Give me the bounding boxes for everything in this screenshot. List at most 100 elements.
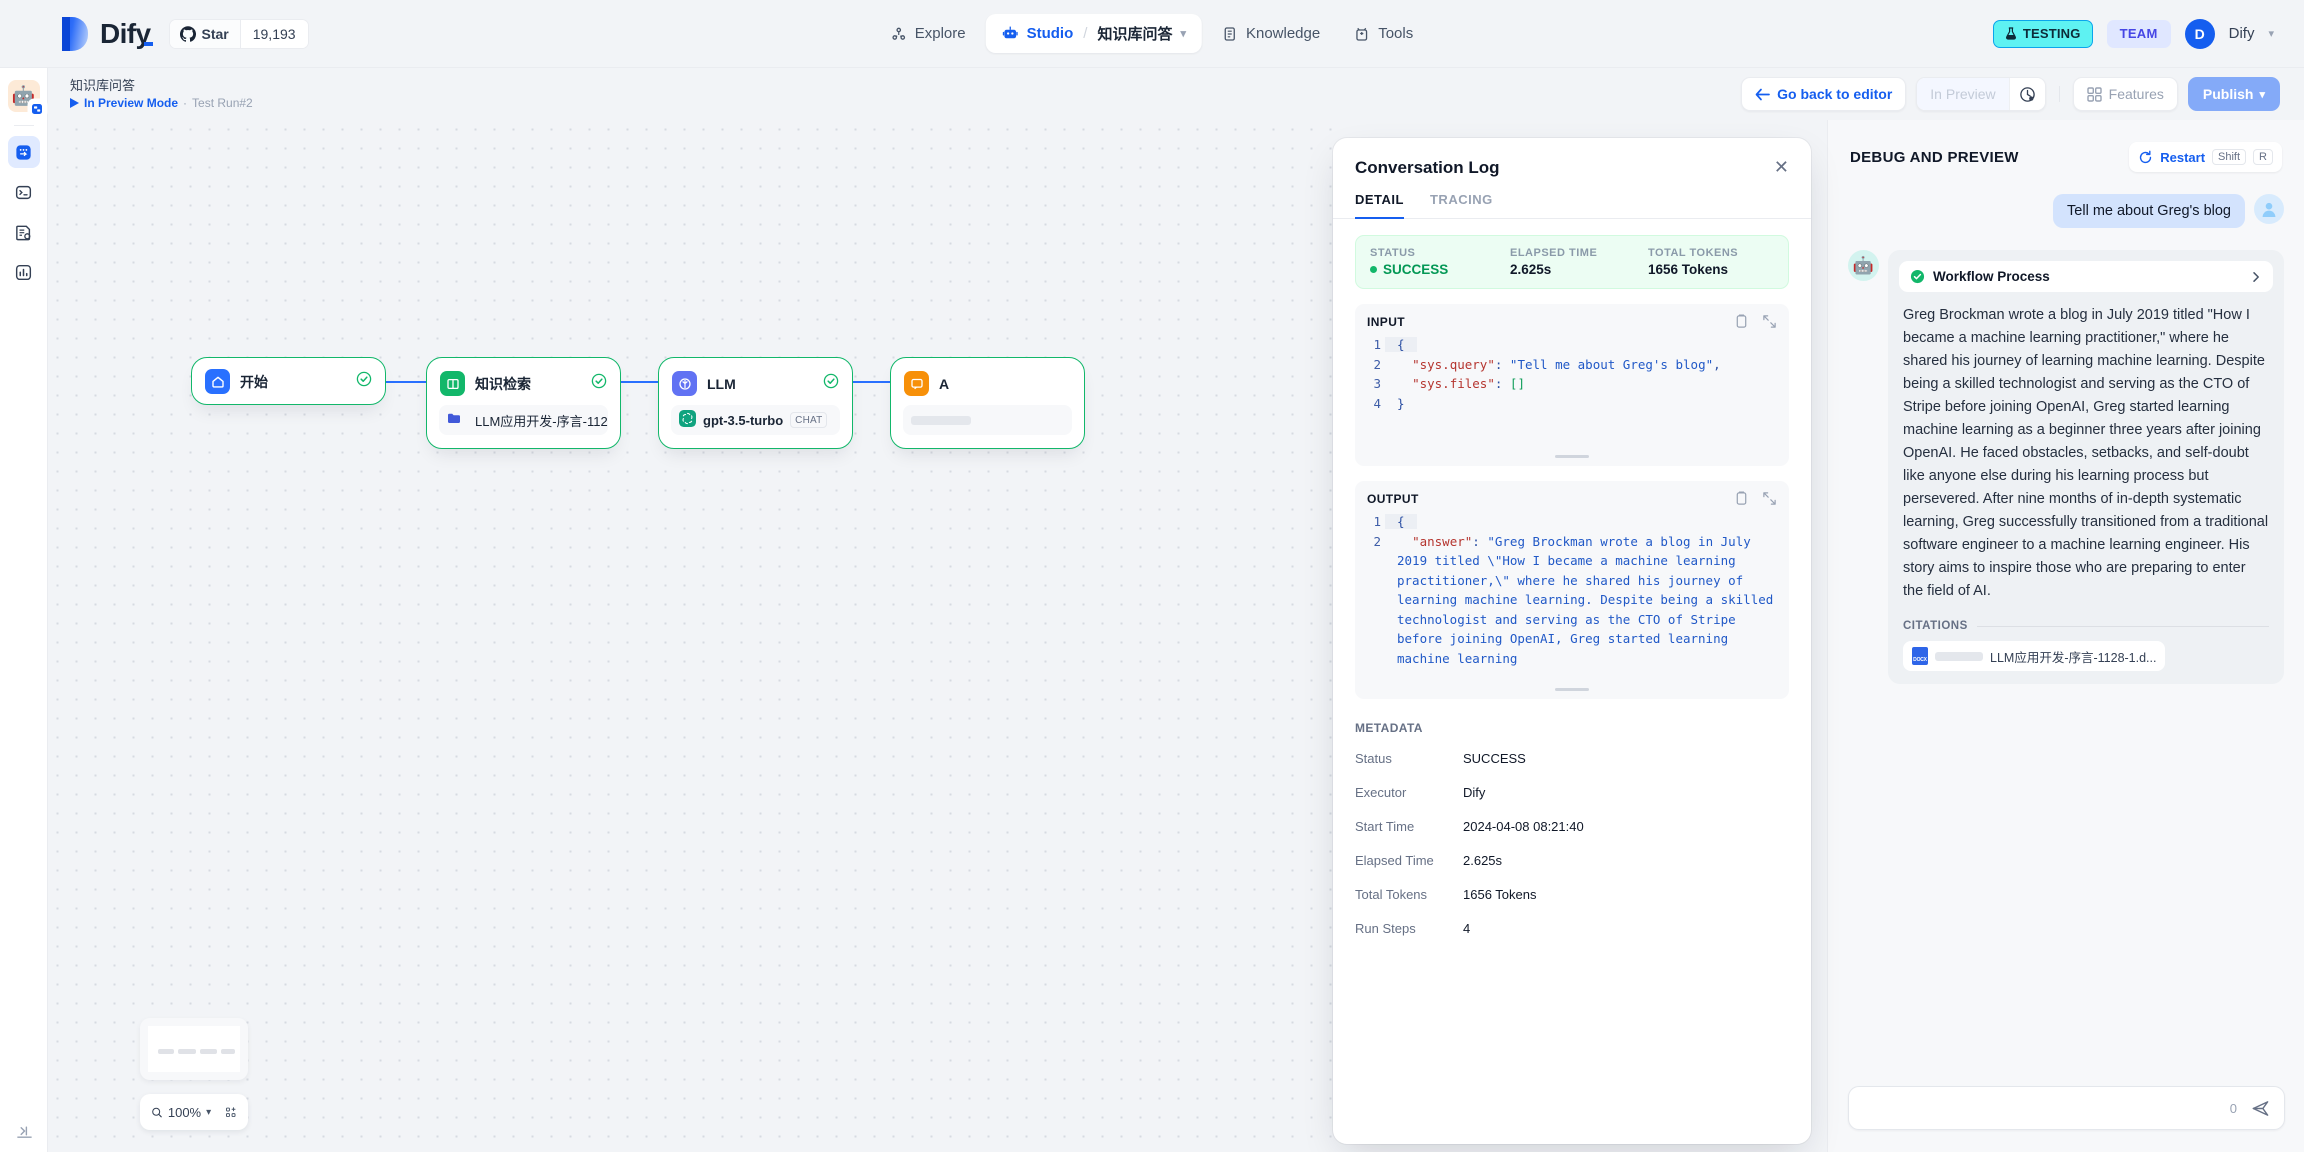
rail-item-workflow[interactable] [8, 136, 40, 168]
metadata-table: Status SUCCESS Executor Dify Start Time … [1355, 741, 1789, 945]
answer-variable-chip[interactable] [903, 405, 1072, 435]
input-value-1: "Tell me about Greg's blog" [1510, 357, 1713, 372]
openai-icon [679, 410, 696, 430]
table-row: Executor Dify [1355, 775, 1789, 809]
node-llm[interactable]: LLM gpt-3.5-turbo CHAT [658, 357, 853, 449]
restart-button[interactable]: Restart Shift R [2129, 142, 2282, 172]
table-row: Elapsed Time 2.625s [1355, 843, 1789, 877]
output-line-numbers: 12 [1367, 512, 1381, 668]
restart-label: Restart [2160, 150, 2205, 165]
chevron-down-icon[interactable]: ▾ [1180, 27, 1186, 40]
metadata-value: 4 [1463, 921, 1470, 936]
citations-header: CITATIONS [1899, 620, 2273, 632]
publish-label: Publish [2203, 86, 2254, 102]
output-scroll-handle[interactable] [1555, 688, 1589, 691]
metadata-key: Start Time [1355, 819, 1463, 834]
chat-input-bar[interactable]: 0 [1848, 1086, 2285, 1130]
bot-avatar: 🤖 [1848, 250, 1879, 281]
elapsed-time-label: ELAPSED TIME [1510, 247, 1648, 259]
arrow-left-icon [1755, 88, 1770, 101]
publish-button[interactable]: Publish ▾ [2188, 77, 2280, 111]
magnifier-icon[interactable] [151, 1105, 163, 1120]
llm-model-chip[interactable]: gpt-3.5-turbo CHAT [671, 405, 840, 435]
expand-icon[interactable] [1762, 491, 1777, 506]
send-icon[interactable] [2251, 1099, 2270, 1118]
fit-view-icon[interactable] [225, 1105, 237, 1120]
answer-icon [904, 371, 929, 396]
output-code-body[interactable]: 12 { "answer": "Greg Brockman wrote a bl… [1367, 512, 1777, 668]
knowledge-dataset-chip[interactable]: LLM应用开发-序言-1128... [439, 405, 608, 435]
conversation-log-title: Conversation Log [1355, 158, 1774, 178]
minimap-viewport [148, 1026, 240, 1072]
edge-start-knowledge [386, 381, 426, 383]
table-row: Status SUCCESS [1355, 741, 1789, 775]
nav-explore[interactable]: Explore [877, 16, 980, 51]
rail-item-analytics[interactable] [8, 256, 40, 288]
debug-panel-title: DEBUG AND PREVIEW [1850, 149, 2129, 166]
publish-chevron-down-icon: ▾ [2259, 88, 2265, 101]
minimap-node-3 [200, 1049, 217, 1054]
expand-icon[interactable] [1762, 314, 1777, 329]
go-back-to-editor-button[interactable]: Go back to editor [1741, 77, 1906, 111]
github-star-left[interactable]: Star [170, 20, 240, 48]
input-scroll-handle[interactable] [1555, 455, 1589, 458]
node-start[interactable]: 开始 [191, 357, 386, 405]
studio-robot-icon [1002, 25, 1019, 42]
brand-logo[interactable]: Dify [62, 17, 151, 51]
close-icon[interactable]: ✕ [1774, 158, 1789, 176]
app-title: 知识库问答 [70, 77, 253, 94]
check-circle-icon [356, 371, 372, 392]
github-star-button[interactable]: Star 19,193 [169, 19, 309, 49]
rail-collapse-button[interactable] [0, 1123, 48, 1140]
citation-chip[interactable]: DOCX LLM应用开发-序言-1128-1.d... [1903, 641, 2165, 671]
rail-item-terminal[interactable] [8, 176, 40, 208]
canvas-zoom-controls[interactable]: 100% ▾ [140, 1094, 248, 1130]
node-knowledge-retrieval[interactable]: 知识检索 LLM应用开发-序言-1128... [426, 357, 621, 449]
workflow-canvas[interactable]: 开始 知识检索 [48, 120, 1332, 1152]
tab-tracing[interactable]: TRACING [1430, 192, 1493, 218]
chat-input-field[interactable] [1863, 1100, 2230, 1116]
table-row: Total Tokens 1656 Tokens [1355, 877, 1789, 911]
edge-knowledge-llm [618, 381, 658, 383]
app-avatar[interactable]: 🤖 [8, 80, 40, 112]
node-answer[interactable]: A [890, 357, 1085, 449]
terminal-icon [14, 183, 33, 202]
nav-studio[interactable]: Studio / 知识库问答 ▾ [986, 14, 1202, 53]
nav-knowledge[interactable]: Knowledge [1208, 16, 1334, 51]
canvas-minimap[interactable] [140, 1018, 248, 1080]
zoom-chevron-down-icon[interactable]: ▾ [206, 1107, 211, 1118]
llm-model-mode-tag: CHAT [790, 412, 827, 428]
test-run-label: Test Run#2 [192, 95, 253, 111]
copy-icon[interactable] [1734, 491, 1749, 506]
account-chevron-down-icon[interactable]: ▾ [2268, 27, 2274, 40]
flask-icon [2005, 27, 2017, 40]
status-value: SUCCESS [1383, 262, 1448, 277]
docx-file-icon: DOCX [1912, 647, 1928, 665]
copy-icon[interactable] [1734, 314, 1749, 329]
user-avatar[interactable]: D [2185, 19, 2215, 49]
testing-badge-label: TESTING [2023, 26, 2081, 41]
table-row: Start Time 2024-04-08 08:21:40 [1355, 809, 1789, 843]
nav-tools[interactable]: Tools [1340, 16, 1427, 51]
run-history-button[interactable] [2009, 78, 2045, 110]
input-code-card: INPUT 1234 { "sys.query": "Tell me about… [1355, 304, 1789, 466]
debug-panel-header: DEBUG AND PREVIEW Restart Shift R [1828, 120, 2304, 172]
tab-detail[interactable]: DETAIL [1355, 192, 1404, 218]
features-button[interactable]: Features [2073, 77, 2178, 111]
input-code-body[interactable]: 1234 { "sys.query": "Tell me about Greg'… [1367, 335, 1777, 413]
output-code-text: { "answer": "Greg Brockman wrote a blog … [1381, 512, 1777, 668]
knowledge-book-icon [1222, 26, 1238, 42]
analytics-icon [14, 263, 33, 282]
bot-message-bubble: Workflow Process Greg Brockman wrote a b… [1888, 250, 2284, 684]
github-star-count: 19,193 [240, 20, 308, 48]
output-line-1: { [1385, 514, 1417, 529]
github-icon [180, 26, 196, 42]
total-tokens-value: 1656 Tokens [1648, 262, 1738, 277]
in-preview-label[interactable]: In Preview [1917, 78, 2008, 110]
node-answer-body [891, 396, 1084, 448]
node-knowledge-title: 知识检索 [475, 374, 581, 394]
input-code-header: INPUT [1367, 314, 1777, 329]
rail-item-logs[interactable] [8, 216, 40, 248]
workflow-process-chip[interactable]: Workflow Process [1899, 261, 2273, 292]
input-label: INPUT [1367, 315, 1734, 329]
